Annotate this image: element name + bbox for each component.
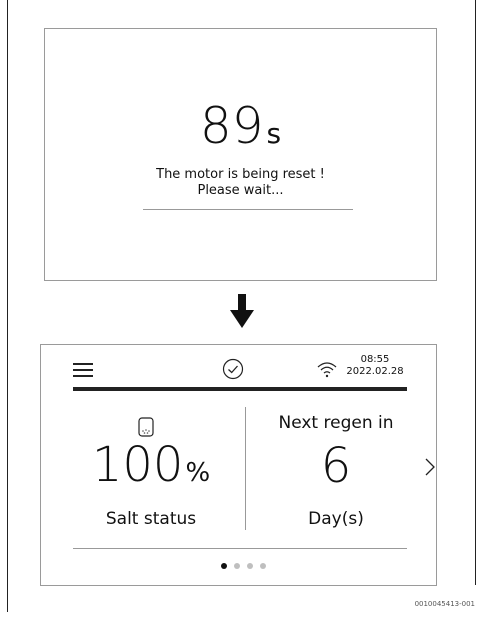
next-regen-title: Next regen in: [278, 413, 394, 433]
salt-container-icon: [138, 417, 154, 437]
countdown-display: 89 s: [45, 101, 436, 151]
reset-message: The motor is being reset ! Please wait..…: [45, 167, 436, 199]
column-divider: [245, 407, 246, 530]
frame-right-border: [475, 0, 476, 585]
salt-status-value: 100%: [66, 441, 236, 489]
page-dot-4[interactable]: [260, 563, 266, 569]
figure-reference: 0010045413-001: [414, 600, 475, 608]
chevron-right-icon[interactable]: [424, 457, 436, 477]
clock-date: 2022.02.28: [346, 366, 404, 377]
pagination-divider: [73, 548, 407, 549]
message-divider: [143, 209, 353, 210]
salt-percent-unit: %: [185, 458, 211, 488]
salt-status-label: Salt status: [105, 509, 197, 529]
status-bar-divider: [73, 387, 407, 391]
motor-reset-screen: 89 s The motor is being reset ! Please wa…: [44, 28, 437, 281]
down-arrow-icon: [230, 294, 254, 328]
home-screen: 08:55 2022.02.28 100% Salt status Next r…: [40, 344, 437, 586]
clock-time: 08:55: [360, 354, 390, 365]
clock-display: 08:55 2022.02.28: [345, 354, 405, 378]
countdown-value: 89: [199, 97, 264, 155]
next-regen-unit: Day(s): [308, 509, 364, 529]
page-dot-2[interactable]: [234, 563, 240, 569]
next-regen-value: 6: [320, 438, 352, 494]
page-dot-3[interactable]: [247, 563, 253, 569]
countdown-unit: s: [266, 117, 282, 150]
wifi-icon: [317, 362, 337, 378]
hamburger-menu-icon[interactable]: [73, 363, 93, 377]
frame-left-border: [7, 0, 8, 612]
reset-message-line1: The motor is being reset !: [156, 167, 325, 182]
salt-percent: 100: [91, 437, 184, 493]
reset-message-line2: Please wait...: [197, 183, 284, 198]
check-circle-icon: [222, 358, 244, 380]
page-dot-1[interactable]: [221, 563, 227, 569]
